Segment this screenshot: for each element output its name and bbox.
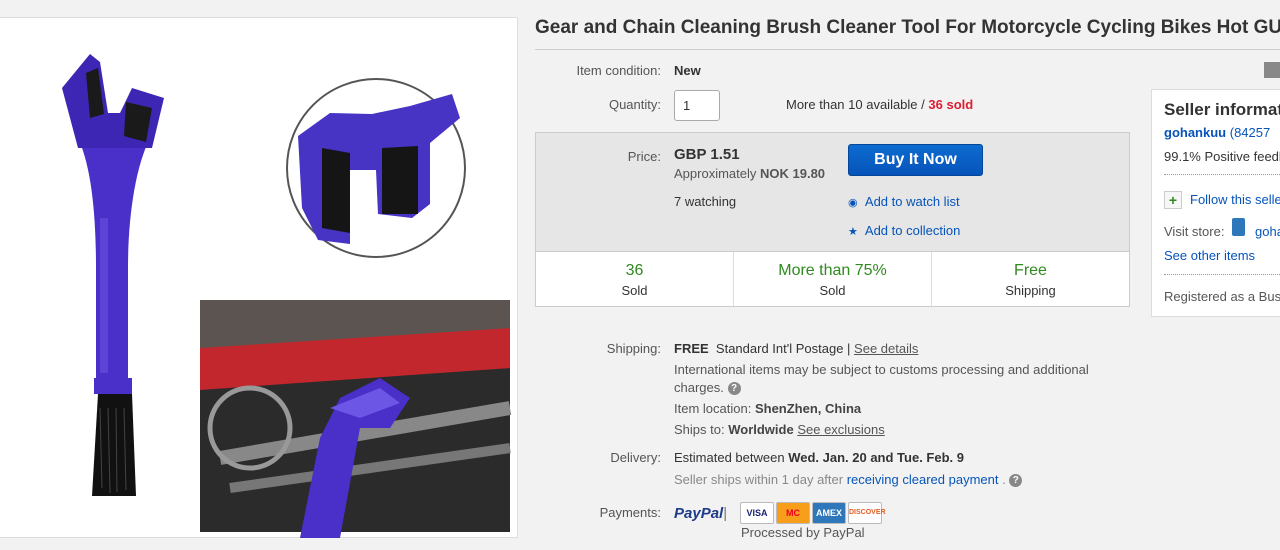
stat-shipping: Free Shipping <box>932 252 1129 306</box>
delivery-estimate: Estimated between Wed. Jan. 20 and Tue. … <box>674 450 964 465</box>
visit-store-label: Visit store: <box>1164 224 1225 239</box>
condition-value: New <box>674 63 701 78</box>
collection-label: Add to collection <box>864 223 961 238</box>
delivery-prefix: Estimated between <box>674 450 785 465</box>
shipping-line: FREE Standard Int'l Postage | See detail… <box>674 341 918 356</box>
delivery-note-prefix: Seller ships within 1 day after <box>674 472 844 487</box>
add-to-watch-list-link[interactable]: ◉ Add to watch list <box>848 194 960 209</box>
seller-panel: Seller information gohankuu (84257 99.1%… <box>1151 89 1280 317</box>
price-label: Price: <box>627 149 661 164</box>
mastercard-icon: MC <box>776 502 810 524</box>
eye-icon: ◉ <box>848 197 858 209</box>
price-value: GBP 1.51 <box>674 146 740 163</box>
store-icon <box>1232 218 1245 236</box>
stat-small: Sold <box>621 283 648 298</box>
ships-to-label: Ships to: <box>674 422 725 437</box>
divider <box>1164 174 1280 175</box>
processed-by-paypal: Processed by PayPal <box>741 525 865 540</box>
stat-percent-sold: More than 75% Sold <box>734 252 932 306</box>
delivery-note: Seller ships within 1 day after receivin… <box>674 472 1023 488</box>
store-link[interactable]: gohankuu <box>1255 224 1280 239</box>
product-photo <box>62 54 512 538</box>
location-value: ShenZhen, China <box>754 401 862 416</box>
location-label: Item location: <box>674 401 752 416</box>
delivery-note-suffix: . <box>1002 472 1006 487</box>
condition-label: Item condition: <box>576 63 661 78</box>
title-divider <box>535 49 1280 50</box>
star-icon: ★ <box>848 226 858 238</box>
approx-value: NOK 19.80 <box>760 166 826 181</box>
shipping-free: FREE <box>674 341 709 356</box>
seller-info-title: Seller information <box>1164 100 1280 119</box>
intl-note-charges: charges. <box>674 380 724 395</box>
payments-label: Payments: <box>599 505 661 520</box>
quantity-label: Quantity: <box>608 97 661 112</box>
paypal-logo: PayPal| <box>674 505 728 522</box>
available-text: More than 10 available / <box>786 97 925 112</box>
ships-to: Ships to: Worldwide See exclusions <box>674 422 885 437</box>
product-image-panel[interactable] <box>0 17 518 538</box>
payment-card-logos: VISA MC AMEX DISCOVER <box>740 502 886 524</box>
seller-score[interactable]: (84257 <box>1230 125 1270 140</box>
stat-big: 36 <box>625 262 644 279</box>
see-other-items-link[interactable]: See other items <box>1164 248 1255 263</box>
amex-icon: AMEX <box>812 502 846 524</box>
stats-bar: 36 Sold More than 75% Sold Free Shipping <box>536 251 1129 306</box>
see-details-link[interactable]: See details <box>854 341 918 356</box>
item-title: Gear and Chain Cleaning Brush Cleaner To… <box>535 17 1280 38</box>
approx-prefix: Approximately <box>674 166 757 181</box>
sold-count[interactable]: 36 sold <box>928 97 973 112</box>
seller-name-line: gohankuu (84257 <box>1164 125 1270 140</box>
add-to-collection-link[interactable]: ★ Add to collection <box>848 223 960 238</box>
quantity-input[interactable] <box>674 90 720 121</box>
cleared-payment-link[interactable]: receiving cleared payment <box>847 472 999 487</box>
paypal-text: PayPal <box>674 505 724 522</box>
email-icon[interactable] <box>1264 62 1280 78</box>
shipping-label: Shipping: <box>606 341 661 356</box>
ships-to-value: Worldwide <box>728 422 794 437</box>
stat-sold: 36 Sold <box>536 252 734 306</box>
buy-it-now-button[interactable]: Buy It Now <box>848 144 983 176</box>
help-icon[interactable]: ? <box>1009 474 1023 488</box>
divider <box>1164 274 1280 275</box>
seller-name-link[interactable]: gohankuu <box>1164 125 1226 140</box>
seller-feedback: 99.1% Positive feedback <box>1164 149 1280 164</box>
intl-note-line1: International items may be subject to cu… <box>674 362 1089 377</box>
intl-note-line2: charges. ? <box>674 380 741 396</box>
registered-business: Registered as a Business seller <box>1164 289 1280 304</box>
stat-small: Shipping <box>1005 283 1056 298</box>
discover-icon: DISCOVER <box>848 502 886 524</box>
approx-price: Approximately NOK 19.80 <box>674 166 825 181</box>
help-icon[interactable]: ? <box>727 382 741 396</box>
see-exclusions-link[interactable]: See exclusions <box>797 422 884 437</box>
shipping-service: Standard Int'l Postage | <box>715 341 851 356</box>
availability: More than 10 available / 36 sold <box>786 97 973 112</box>
plus-icon[interactable]: + <box>1164 191 1182 209</box>
visa-icon: VISA <box>740 502 774 524</box>
watching-count: 7 watching <box>674 194 737 209</box>
delivery-label: Delivery: <box>610 450 661 465</box>
watch-label: Add to watch list <box>864 194 960 209</box>
stat-big: Free <box>1014 262 1047 279</box>
stat-small: Sold <box>819 283 846 298</box>
delivery-range: Wed. Jan. 20 and Tue. Feb. 9 <box>788 450 964 465</box>
listing-page: Gear and Chain Cleaning Brush Cleaner To… <box>0 0 1280 550</box>
item-location: Item location: ShenZhen, China <box>674 401 861 416</box>
follow-seller-link[interactable]: Follow this seller <box>1190 192 1280 207</box>
stat-big: More than 75% <box>778 262 887 279</box>
